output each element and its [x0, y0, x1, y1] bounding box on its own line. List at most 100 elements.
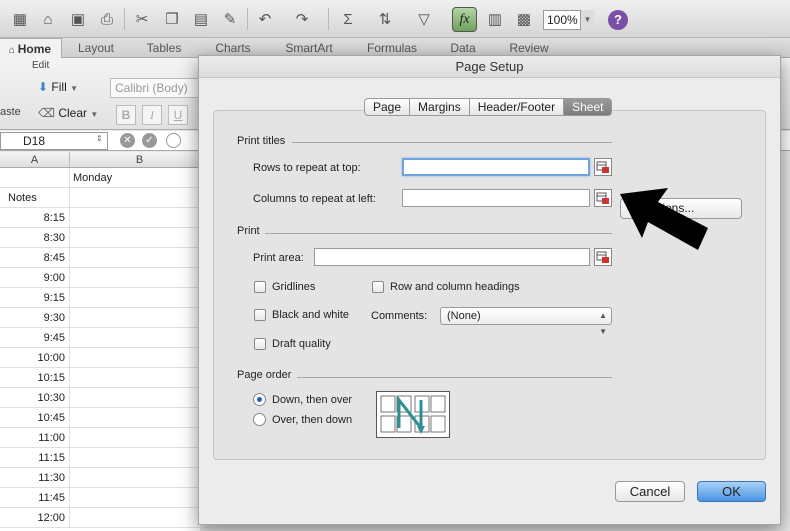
paste-label[interactable]: aste	[0, 106, 21, 118]
time-cell[interactable]: 11:30	[0, 468, 70, 488]
cell-a1[interactable]	[0, 168, 70, 188]
print-icon[interactable]: ⎙	[95, 7, 119, 31]
time-cell[interactable]: 9:15	[0, 288, 70, 308]
bold-button[interactable]: B	[116, 105, 136, 125]
columns-to-repeat-input[interactable]	[402, 189, 590, 207]
divider	[297, 377, 612, 378]
tab-header-footer[interactable]: Header/Footer	[470, 99, 565, 115]
gridlines-checkbox[interactable]	[254, 281, 266, 293]
schedule-cell[interactable]	[70, 248, 210, 268]
draft-quality-checkbox[interactable]	[254, 338, 266, 350]
clear-button[interactable]: ⌫ Clear ▼	[38, 106, 98, 120]
time-cell[interactable]: 10:00	[0, 348, 70, 368]
down-then-over-radio[interactable]	[253, 393, 266, 406]
print-area-collapse-dialog-icon[interactable]	[594, 248, 612, 266]
time-cell[interactable]: 9:30	[0, 308, 70, 328]
schedule-cell[interactable]	[70, 208, 210, 228]
cell-b1[interactable]: Monday	[70, 168, 210, 188]
time-cell[interactable]: 10:45	[0, 408, 70, 428]
tab-layout[interactable]: Layout	[64, 38, 128, 58]
schedule-cell[interactable]	[70, 468, 210, 488]
cancel-button[interactable]: Cancel	[615, 481, 685, 502]
schedule-cell[interactable]	[70, 348, 210, 368]
schedule-cell[interactable]	[70, 428, 210, 448]
column-header-b[interactable]: B	[70, 152, 210, 168]
autosum-icon[interactable]: Σ	[336, 7, 360, 31]
time-cell[interactable]: 8:45	[0, 248, 70, 268]
confirm-entry-icon[interactable]: ✓	[142, 133, 157, 148]
media-browser-icon[interactable]: ▩	[512, 7, 536, 31]
page-order-preview-icon	[376, 391, 450, 438]
comments-select[interactable]: (None) ▲ ▼	[440, 307, 612, 336]
schedule-cell[interactable]	[70, 308, 210, 328]
name-box[interactable]: D18	[0, 132, 108, 150]
schedule-cell[interactable]	[70, 408, 210, 428]
print-titles-heading: Print titles	[237, 135, 286, 147]
cut-icon[interactable]: ✂	[130, 7, 154, 31]
schedule-cell[interactable]	[70, 448, 210, 468]
help-button[interactable]: ?	[608, 10, 628, 30]
cancel-entry-icon[interactable]: ✕	[120, 133, 135, 148]
time-cell[interactable]: 11:00	[0, 428, 70, 448]
schedule-cell[interactable]	[70, 288, 210, 308]
time-cell[interactable]: 11:15	[0, 448, 70, 468]
filter-icon[interactable]: ▽	[412, 7, 436, 31]
font-name-field[interactable]: Calibri (Body)	[110, 78, 205, 98]
time-cell[interactable]: 8:30	[0, 228, 70, 248]
schedule-cell[interactable]	[70, 508, 210, 528]
save-icon[interactable]: ▣	[66, 7, 90, 31]
tab-home[interactable]: ⌂ Home	[0, 38, 62, 58]
insert-function-icon[interactable]	[166, 133, 181, 148]
row-column-headings-label: Row and column headings	[390, 281, 520, 293]
italic-button[interactable]: I	[142, 105, 162, 125]
print-area-input[interactable]	[314, 248, 590, 266]
columns-collapse-dialog-icon[interactable]	[594, 189, 612, 207]
time-cell[interactable]: 8:15	[0, 208, 70, 228]
copy-icon[interactable]: ❐	[160, 7, 184, 31]
zoom-dropdown-arrow[interactable]: ▼	[580, 10, 594, 30]
schedule-cell[interactable]	[70, 268, 210, 288]
gallery-icon[interactable]: ▥	[483, 7, 507, 31]
row-column-headings-checkbox[interactable]	[372, 281, 384, 293]
dialog-title: Page Setup	[199, 56, 780, 78]
worksheet-grid[interactable]: A B Monday Notes 8:15 8:30 8:45 9:00 9:15 9:3…	[0, 152, 210, 531]
black-and-white-checkbox[interactable]	[254, 309, 266, 321]
cell-b2[interactable]	[70, 188, 210, 208]
new-workbook-icon[interactable]: ▦	[8, 7, 32, 31]
schedule-cell[interactable]	[70, 228, 210, 248]
tab-tables[interactable]: Tables	[132, 38, 196, 58]
chevron-down-icon: ▼	[70, 84, 78, 93]
formula-builder-button[interactable]: fx	[452, 7, 477, 32]
divider	[265, 233, 612, 234]
sort-icon[interactable]: ⇅	[373, 7, 397, 31]
tab-page[interactable]: Page	[365, 99, 411, 115]
undo-icon[interactable]: ↶	[253, 7, 277, 31]
format-painter-icon[interactable]: ✎	[218, 7, 242, 31]
tab-margins[interactable]: Margins	[410, 99, 470, 115]
over-then-down-radio[interactable]	[253, 413, 266, 426]
name-box-stepper-icon[interactable]: ⇕	[96, 134, 103, 143]
time-cell[interactable]: 12:00	[0, 508, 70, 528]
time-cell[interactable]: 10:15	[0, 368, 70, 388]
print-area-label: Print area:	[253, 252, 304, 264]
page-order-heading: Page order	[237, 369, 292, 381]
time-cell[interactable]: 9:00	[0, 268, 70, 288]
tab-sheet[interactable]: Sheet	[564, 99, 612, 115]
redo-icon[interactable]: ↷	[290, 7, 314, 31]
schedule-cell[interactable]	[70, 328, 210, 348]
fill-button[interactable]: ⬇ Fill ▼	[38, 80, 78, 94]
ok-button[interactable]: OK	[697, 481, 766, 502]
cell-a2[interactable]: Notes	[0, 188, 70, 208]
rows-collapse-dialog-icon[interactable]	[594, 158, 612, 176]
paste-icon[interactable]: ▤	[189, 7, 213, 31]
time-cell[interactable]: 10:30	[0, 388, 70, 408]
time-cell[interactable]: 9:45	[0, 328, 70, 348]
underline-button[interactable]: U	[168, 105, 188, 125]
column-header-a[interactable]: A	[0, 152, 70, 168]
open-icon[interactable]: ⌂	[36, 7, 60, 31]
schedule-cell[interactable]	[70, 488, 210, 508]
schedule-cell[interactable]	[70, 368, 210, 388]
time-cell[interactable]: 11:45	[0, 488, 70, 508]
rows-to-repeat-input[interactable]	[402, 158, 590, 176]
schedule-cell[interactable]	[70, 388, 210, 408]
